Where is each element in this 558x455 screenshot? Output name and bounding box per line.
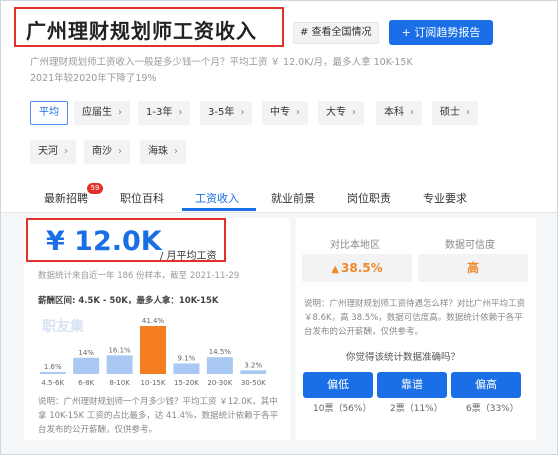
- page-frame: [0, 0, 558, 455]
